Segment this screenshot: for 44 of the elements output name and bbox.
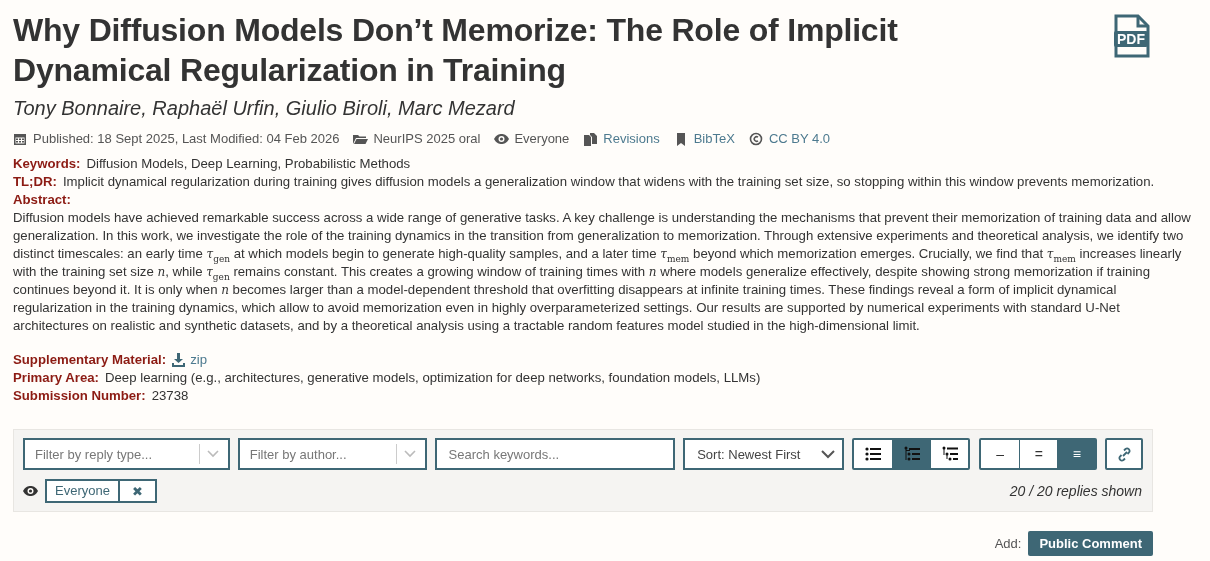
sort-dropdown[interactable]: Sort: Newest First xyxy=(683,438,845,470)
remove-button[interactable]: ✖ xyxy=(119,479,157,503)
field-label: Abstract: xyxy=(13,191,72,209)
meta-link[interactable]: BibTeX xyxy=(693,130,735,148)
link-icon xyxy=(1116,446,1132,462)
eye-icon xyxy=(494,131,510,147)
reply-count: 20 / 20 replies shown xyxy=(1009,483,1142,499)
meta-text: Everyone xyxy=(514,130,570,148)
author-list: Tony Bonnaire, Raphaël Urfin, Giulio Biroli, Marc Mezard xyxy=(13,94,1003,122)
field-label: TL;DR: xyxy=(13,173,57,191)
calendar-icon xyxy=(13,131,28,147)
nested-list-icon xyxy=(941,446,958,462)
documents-icon xyxy=(583,131,599,147)
detail-level-button[interactable]: ≡ xyxy=(1057,440,1096,468)
field-value: Implicit dynamical regularization during training gives diffusion models a generalization window that widens with the training set size, so stopping within this window prevents memorization. xyxy=(62,173,1155,191)
add-label: Add: xyxy=(994,536,1022,551)
abstract-text: Diffusion models have achieved remarkable success across a wide range of generative tasks. A key challenge is understanding the mechanisms that prevent their memorization of training data and allow generalization. In this work, we investigate the role of the training dynamics in the transition from generalization to memorization. Through extensive experiments and theoretical analysis, we identify two distinct timescales: an early time τ$_{gen}$ at which models begin to generate high-quality samples, and a later time τ$_{mem}$ beyond which memorization emerges. Crucially, we find that τ$_{mem}$ increases linearly with the training set size n, while τ$_{gen}$ remains constant. This creates a growing window of training times with n where models generalize effectively, despite showing strong memorization if training continues beyond it. It is only when n becomes larger than a model-dependent threshold that overfitting disappears at infinite training times. These findings reveal a form of implicit dynamical regularization in the training dynamics, which allow to avoid memorization even in highly overparameterized settings. Our results are supported by numerical experiments with standard U-Net architectures on realistic and synthetic datasets, and by a theoretical analysis using a tractable random features model studied in the high-dimensional limit. xyxy=(13,209,1192,335)
pdf-link[interactable]: PDF xyxy=(1113,14,1153,58)
list-icon xyxy=(865,446,882,462)
meta-link[interactable]: CC BY 4.0 xyxy=(768,130,831,148)
author-dropdown[interactable]: Filter by author... xyxy=(237,438,427,470)
meta-link[interactable]: Revisions xyxy=(603,130,660,148)
paper-title: Why Diffusion Models Don’t Memorize: The Role of Implicit Dynamical Regularization in Training xyxy=(13,11,899,90)
field-value: Deep learning (e.g., architectures, generative models, optimization for deep networks, foundation models, LLMs) xyxy=(105,369,761,387)
field-value: 23738 xyxy=(151,387,189,405)
readers-tag: Everyone xyxy=(45,479,120,503)
field-label: Supplementary Material: xyxy=(13,351,167,369)
chevron-down-icon xyxy=(820,447,837,461)
copyright-icon xyxy=(748,131,764,147)
eye-icon xyxy=(23,483,38,499)
indented-list-icon xyxy=(903,446,920,462)
field-label: Keywords: xyxy=(13,155,81,173)
meta-text: NeurIPS 2025 oral xyxy=(373,130,481,148)
search-field[interactable]: Search keywords... xyxy=(434,438,676,470)
field-value: Diffusion Models, Deep Learning, Probabilistic Methods xyxy=(86,155,411,173)
field-label: Primary Area: xyxy=(13,369,99,387)
reply-type-dropdown[interactable]: Filter by reply type... xyxy=(23,438,230,470)
file-icon xyxy=(1113,14,1151,58)
download-link[interactable]: zip xyxy=(190,351,208,369)
meta-text: Published: 18 Sept 2025, Last Modified: 04 Feb 2026 xyxy=(33,130,340,148)
public-comment-button[interactable]: Public Comment xyxy=(1028,531,1153,556)
field-label: Submission Number: xyxy=(13,387,146,405)
copy-link-button[interactable] xyxy=(1105,438,1143,470)
download-icon xyxy=(172,353,186,367)
